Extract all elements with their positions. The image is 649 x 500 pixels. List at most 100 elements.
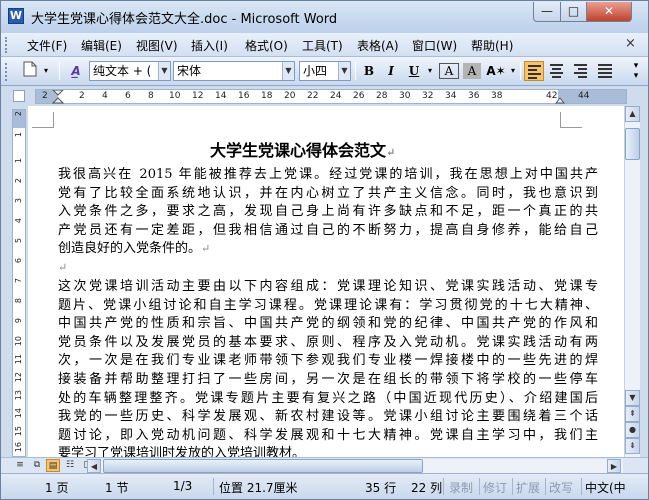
menu-window[interactable]: 窗口(W) xyxy=(412,37,457,54)
status-extend-selection[interactable]: 扩展 xyxy=(516,479,540,496)
justify-button[interactable] xyxy=(595,61,615,81)
menu-insert[interactable]: 插入(I) xyxy=(191,37,228,54)
horizontal-ruler[interactable]: 2 2 4 6 8 10 12 14 16 18 20 22 24 26 28 … xyxy=(35,89,627,104)
paragraph-1: 我很高兴在 2015 年能被推荐去上党课。经过党课的培训，我在思想上对中国共产 … xyxy=(58,166,598,278)
indent-marker-icon[interactable] xyxy=(52,90,64,104)
word-window: W 大学生党课心得体会范文大全.doc - Microsoft Word — □… xyxy=(0,0,649,500)
status-separator xyxy=(443,478,444,495)
toolbar-grip-icon[interactable] xyxy=(5,63,8,81)
menu-view[interactable]: 视图(V) xyxy=(136,37,178,54)
ruler-number: 3 xyxy=(14,198,23,204)
italic-button[interactable]: I xyxy=(381,61,401,81)
toolbar-separator xyxy=(520,62,521,80)
scroll-right-icon[interactable]: ▶ xyxy=(607,459,621,473)
text-line: 题片、党课小组讨论和自主学习课程。党课理论课有：学习贯彻党的十七大精神、 xyxy=(58,297,598,313)
menu-edit[interactable]: 编辑(E) xyxy=(81,37,122,54)
text-line: 题讨论，即入党动机问题、科学发展观和十七大精神。党课自主学习中，我们主 xyxy=(58,427,598,443)
menu-help[interactable]: 帮助(H) xyxy=(471,37,513,54)
ruler-number: 12 xyxy=(192,91,204,101)
empty-line: ↵ xyxy=(58,259,598,278)
character-shading-button[interactable]: A xyxy=(463,63,481,79)
text-line: 次，一次是在我们专业课老师带领下参观我们专业楼一焊接楼中的一些先进的焊 xyxy=(58,353,598,369)
previous-page-icon[interactable]: ⇞ xyxy=(625,406,640,422)
chevron-down-icon[interactable]: ▼ xyxy=(338,62,350,80)
vertical-ruler[interactable]: 2 1 1 2 3 4 5 6 7 8 9 10 11 12 13 14 15 … xyxy=(12,109,26,457)
ruler-number: 32 xyxy=(422,91,434,101)
underline-dropdown-icon[interactable]: ▾ xyxy=(425,61,435,81)
normal-view-icon[interactable]: ≡ xyxy=(13,459,27,472)
minimize-button[interactable]: — xyxy=(533,2,561,22)
next-page-icon[interactable]: ⇟ xyxy=(625,438,640,454)
text-line: 产党员还有一定差距，但我相信通过自己的不断努力，提高自身修养，能给自己 xyxy=(58,222,598,238)
align-left-button[interactable] xyxy=(524,61,544,81)
paragraph-mark: ↵ xyxy=(201,242,211,256)
ruler-number: 12 xyxy=(14,372,23,383)
align-center-button[interactable] xyxy=(547,61,567,81)
ruler-number: 16 xyxy=(238,91,250,101)
font-combo[interactable]: 宋体 ▼ xyxy=(173,61,295,81)
ruler-number: 7 xyxy=(14,278,23,284)
status-track-changes[interactable]: 修订 xyxy=(483,479,507,496)
maximize-button[interactable]: □ xyxy=(560,2,587,22)
menubar-grip-icon[interactable] xyxy=(5,37,8,53)
close-button[interactable]: ✕ xyxy=(586,2,632,22)
text-line: 中国共产党的性质和宗旨、中国共产党的纲领和党的纪律、中国共产党的作风和 xyxy=(58,316,598,332)
style-combo-value: 纯文本 + ( xyxy=(93,64,152,78)
scroll-up-icon[interactable]: ▲ xyxy=(625,106,640,122)
outline-view-icon[interactable]: ☷ xyxy=(63,459,77,472)
margin-corner-mark xyxy=(560,112,582,128)
styles-formatting-icon[interactable]: A̲ xyxy=(65,61,87,81)
status-page-of: 1/3 xyxy=(173,479,193,493)
ruler-number: 13 xyxy=(14,390,23,401)
select-browse-object-icon[interactable]: ● xyxy=(625,422,640,438)
text-line: 我很高兴在 2015 年能被推荐去上党课。经过党课的培训，我在思想上对中国共产 xyxy=(58,167,598,182)
style-combo[interactable]: 纯文本 + ( ▼ xyxy=(89,61,171,81)
scroll-down-icon[interactable]: ▼ xyxy=(625,390,640,406)
ruler-number: 10 xyxy=(169,91,181,101)
status-record-macro[interactable]: 录制 xyxy=(449,479,473,496)
new-dropdown-icon[interactable]: ▾ xyxy=(41,61,51,81)
chevron-down-icon[interactable]: ▼ xyxy=(282,62,294,80)
ruler-number: 36 xyxy=(468,91,480,101)
menu-format[interactable]: 格式(O) xyxy=(245,37,288,54)
ruler-number: 11 xyxy=(14,354,23,365)
font-size-combo[interactable]: 小四 ▼ xyxy=(299,61,351,81)
text-effects-dropdown-icon[interactable]: ▾ xyxy=(508,61,518,81)
right-indent-marker-icon[interactable] xyxy=(555,94,565,104)
ruler-number: 2 xyxy=(42,91,48,101)
character-border-button[interactable]: A xyxy=(439,63,459,79)
menu-tools[interactable]: 工具(T) xyxy=(302,37,343,54)
underline-button[interactable]: U xyxy=(404,61,424,81)
text-effects-icon[interactable]: A✶ xyxy=(485,61,507,81)
tab-selector-icon[interactable] xyxy=(13,90,25,102)
status-language: 中文(中 xyxy=(585,481,626,495)
print-layout-view-icon[interactable]: ▤ xyxy=(46,459,60,472)
web-layout-view-icon[interactable]: ⧉ xyxy=(30,459,44,472)
align-right-button[interactable] xyxy=(571,61,591,81)
vertical-scrollbar[interactable]: ▲ ▼ ⇞ ● ⇟ xyxy=(624,106,640,457)
menu-table[interactable]: 表格(A) xyxy=(357,37,399,54)
title-bar[interactable]: W 大学生党课心得体会范文大全.doc - Microsoft Word — □… xyxy=(1,1,648,33)
status-separator xyxy=(581,478,582,495)
menu-file[interactable]: 文件(F) xyxy=(27,37,67,54)
status-separator xyxy=(213,478,214,495)
bold-button[interactable]: B xyxy=(359,61,379,81)
document-close-icon[interactable]: × xyxy=(625,36,636,51)
scroll-left-icon[interactable]: ◀ xyxy=(87,459,101,473)
font-combo-value: 宋体 xyxy=(177,64,202,78)
horizontal-scrollbar[interactable]: ◀ ▶ xyxy=(87,459,623,473)
vertical-scroll-thumb[interactable] xyxy=(625,128,640,160)
right-margin xyxy=(558,90,626,103)
document-page[interactable]: 大学生党课心得体会范文↵ 我很高兴在 2015 年能被推荐去上党课。经过党课的培… xyxy=(28,106,624,457)
toolbar-options-icon[interactable]: ▾ ▾ xyxy=(629,61,643,81)
paragraph-2: 这次党课培训活动主要由以下内容组成：党课理论知识、党课实践活动、党课专 题片、党… xyxy=(58,278,598,457)
ruler-number: 4 xyxy=(102,91,108,101)
toolbar-separator xyxy=(59,62,60,80)
chevron-down-icon[interactable]: ▼ xyxy=(158,62,170,80)
new-document-icon[interactable] xyxy=(19,61,41,81)
status-overtype[interactable]: 改写 xyxy=(549,479,573,496)
margin-corner-mark xyxy=(32,112,54,128)
word-app-icon[interactable]: W xyxy=(8,8,24,24)
horizontal-scroll-thumb[interactable] xyxy=(103,459,423,473)
status-position: 位置 21.7厘米 xyxy=(219,481,298,495)
